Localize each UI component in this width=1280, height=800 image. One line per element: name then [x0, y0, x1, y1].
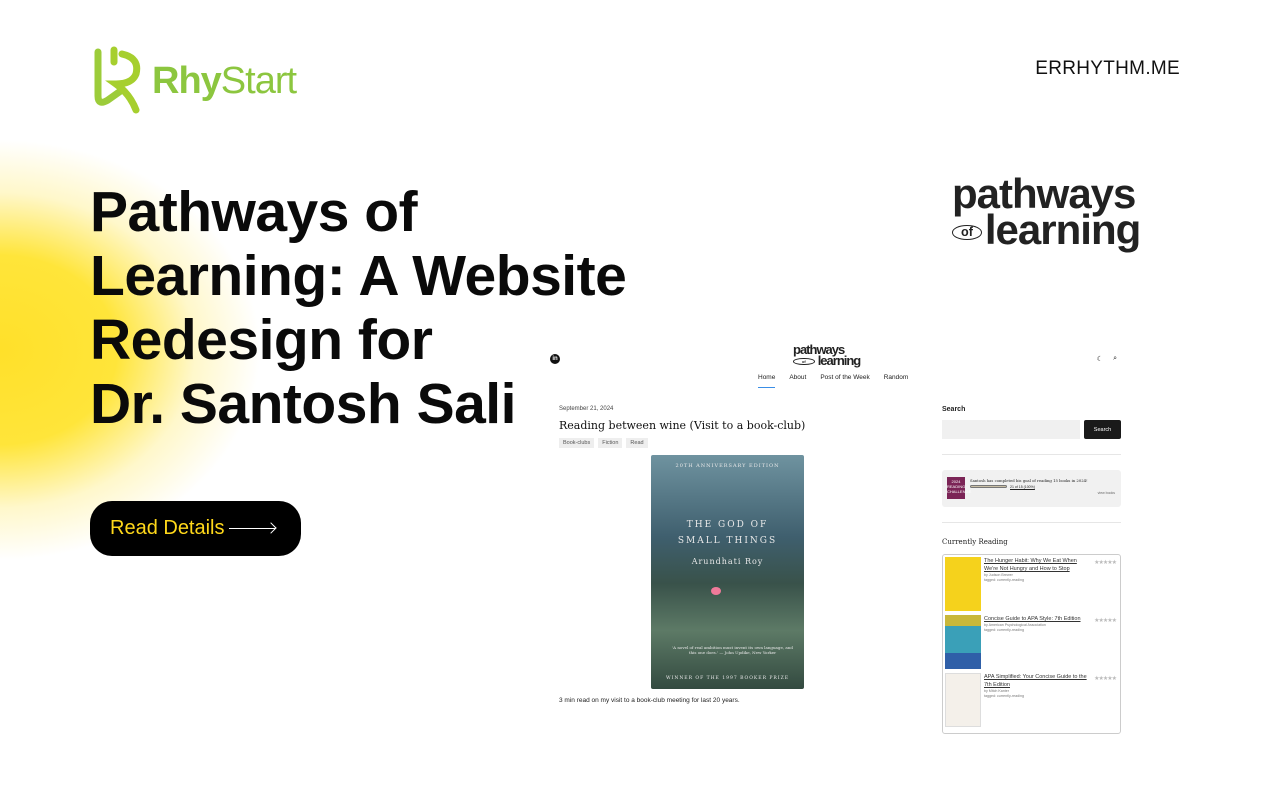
tag[interactable]: Book-clubs — [559, 438, 595, 448]
nav-random[interactable]: Random — [884, 374, 909, 388]
book-cover: 20TH ANNIVERSARY EDITION THE GOD OF SMALL… — [651, 455, 804, 689]
star-rating[interactable]: ★★★★★ — [1094, 559, 1117, 566]
nav-home[interactable]: Home — [758, 374, 776, 388]
pathways-logo: pathways of learning — [952, 170, 1141, 253]
view-books-link[interactable]: view books — [1098, 491, 1115, 495]
book-cover[interactable] — [945, 557, 981, 611]
linkedin-icon[interactable]: in — [550, 354, 560, 364]
nav-post-of-the-week[interactable]: Post of the Week — [820, 374, 869, 388]
list-item: APA Simplified: Your Concise Guide to th… — [945, 673, 1118, 731]
progress-link[interactable]: 21 of 15 (100%) — [1010, 485, 1035, 489]
post-excerpt: 3 min read on my visit to a book-club me… — [559, 697, 740, 704]
website-screenshot: in pathways of learning ☾ ⌕ Home About Post… — [545, 340, 1135, 734]
challenge-badge: 2024 READING CHALLENGE — [947, 477, 971, 499]
site-link[interactable]: ERRHYTHM.ME — [1035, 58, 1180, 80]
reading-challenge: 2024 READING CHALLENGE Santosh has compl… — [942, 470, 1121, 507]
sidebar: Search Search 2024 READING CHALLENGE San… — [942, 406, 1121, 734]
star-rating[interactable]: ★★★★★ — [1094, 675, 1117, 682]
site-logo[interactable]: pathways of learning — [793, 343, 861, 367]
flower-decoration — [711, 587, 721, 595]
moon-icon[interactable]: ☾ — [1097, 355, 1103, 363]
currently-reading-heading: Currently Reading — [942, 538, 1008, 546]
tag[interactable]: Read — [626, 438, 648, 448]
search-icon[interactable]: ⌕ — [1113, 355, 1117, 363]
list-item: Concise Guide to APA Style: 7th Edition b… — [945, 615, 1118, 673]
tag[interactable]: Fiction — [598, 438, 623, 448]
arrow-right-icon — [228, 528, 275, 529]
logo-text: RhyStart — [152, 59, 297, 102]
rhystart-logo: RhyStart — [92, 46, 297, 116]
post-date: September 21, 2024 — [559, 406, 614, 412]
post-title[interactable]: Reading between wine (Visit to a book-cl… — [559, 419, 805, 432]
search-input[interactable] — [942, 420, 1080, 439]
progress-bar — [970, 485, 1007, 488]
list-item: The Hunger Habit: Why We Eat When We're … — [945, 557, 1118, 615]
site-nav: Home About Post of the Week Random — [758, 374, 908, 388]
search-heading: Search — [942, 406, 966, 413]
nav-about[interactable]: About — [789, 374, 806, 388]
star-rating[interactable]: ★★★★★ — [1094, 617, 1117, 624]
book-cover[interactable] — [945, 673, 981, 727]
book-cover[interactable] — [945, 615, 981, 669]
search-button[interactable]: Search — [1084, 420, 1121, 439]
rhystart-logo-icon — [94, 46, 141, 114]
read-details-button[interactable]: Read Details — [90, 501, 301, 556]
book-list: The Hunger Habit: Why We Eat When We're … — [942, 554, 1121, 734]
